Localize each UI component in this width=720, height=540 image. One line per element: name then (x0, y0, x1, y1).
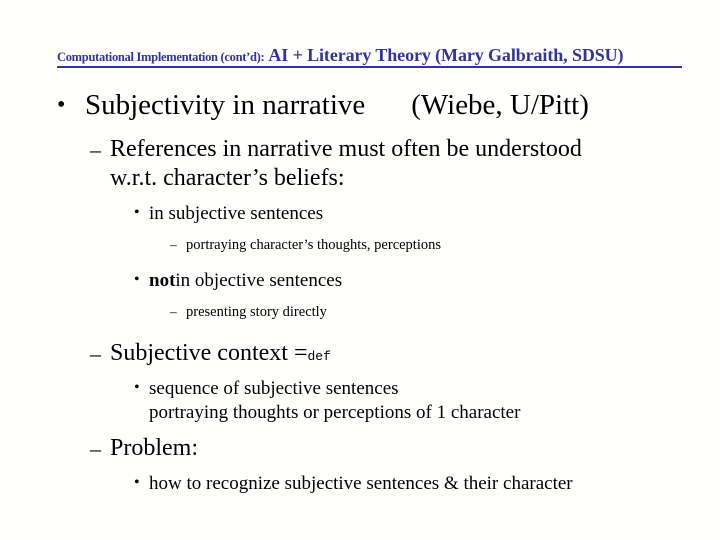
bullet-level2-subjective-context-label: Subjective context = (110, 340, 308, 366)
bullet-icon: • (134, 271, 140, 288)
bullet-icon: • (57, 92, 66, 118)
bullet-level3-sequence-line2: portraying thoughts or perceptions of 1 … (149, 402, 521, 423)
dash-icon: – (90, 137, 101, 162)
bullet-level3-how-to-recognize: • how to recognize subjective sentences … (0, 472, 720, 496)
bullet-icon: • (134, 474, 140, 491)
bullet-level2-problem: – Problem: (0, 434, 720, 463)
bullet-level1-label: Subjectivity in narrative (85, 89, 366, 121)
dash-icon: – (90, 436, 101, 461)
dash-icon: – (170, 304, 177, 319)
bullet-level4-portraying-label: portraying character’s thoughts, percept… (186, 237, 442, 253)
bullet-level4-portraying: – portraying character’s thoughts, perce… (0, 235, 720, 255)
bullet-level2-references-continued: w.r.t. character’s beliefs: (0, 164, 720, 193)
bullet-icon: • (134, 204, 140, 221)
subscript-def: def (307, 349, 331, 364)
slide-body: • Subjectivity in narrative (Wiebe, U/Pit… (0, 88, 720, 496)
bullet-level3-not-emphasis: not (149, 270, 176, 291)
bullet-level3-in-subjective: • in subjective sentences (0, 202, 720, 226)
bullet-level2-references-line1: References in narrative must often be un… (110, 136, 582, 162)
bullet-level2-references: – References in narrative must often be … (0, 135, 720, 164)
bullet-level2-problem-label: Problem: (110, 435, 198, 461)
bullet-level3-how-to-recognize-label: how to recognize subjective sentences & … (149, 473, 573, 494)
bullet-level3-in-subjective-label: in subjective sentences (149, 203, 324, 224)
dash-icon: – (170, 237, 177, 252)
bullet-level3-sequence-line1: sequence of subjective sentences (149, 378, 399, 399)
bullet-icon: • (134, 379, 140, 396)
bullet-level3-sequence-continued: portraying thoughts or perceptions of 1 … (0, 401, 720, 425)
bullet-level1-attribution: (Wiebe, U/Pitt) (411, 89, 589, 121)
slide-title: Computational Implementation (cont’d): A… (57, 46, 682, 68)
bullet-level1-subjectivity: • Subjectivity in narrative (Wiebe, U/Pit… (0, 88, 720, 126)
bullet-level4-presenting: – presenting story directly (0, 302, 720, 322)
title-main: AI + Literary Theory (Mary Galbraith, SD… (268, 45, 624, 65)
bullet-level4-presenting-label: presenting story directly (186, 304, 327, 320)
bullet-level2-references-line2: w.r.t. character’s beliefs: (110, 165, 345, 191)
bullet-level3-not-objective: • not in objective sentences (0, 269, 720, 293)
dash-icon: – (90, 341, 101, 366)
bullet-level3-not-objective-rest: in objective sentences (175, 270, 343, 291)
slide-canvas: Computational Implementation (cont’d): A… (0, 0, 720, 540)
title-prefix: Computational Implementation (cont’d): (57, 50, 265, 64)
bullet-level3-sequence: • sequence of subjective sentences (0, 377, 720, 401)
bullet-level2-subjective-context: – Subjective context =def (0, 339, 720, 368)
